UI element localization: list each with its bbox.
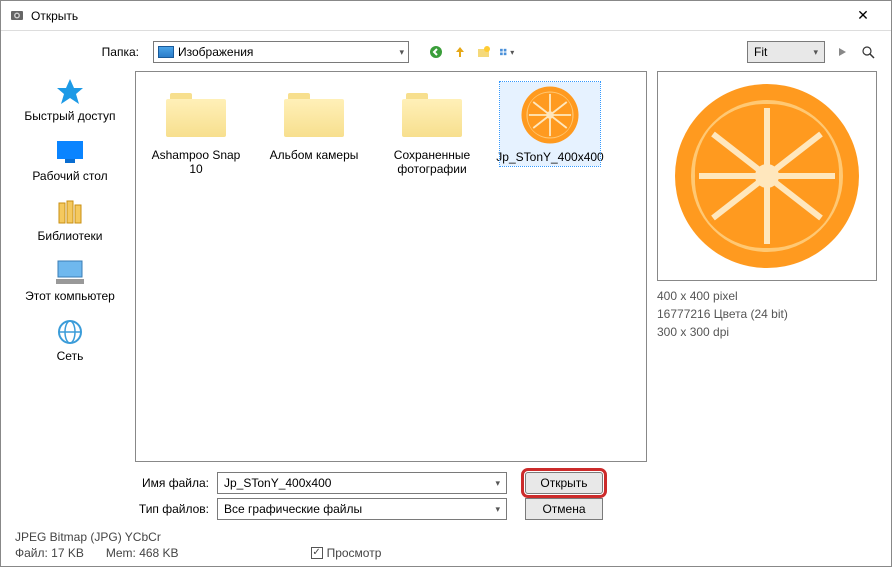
computer-icon bbox=[53, 257, 87, 287]
pictures-icon bbox=[158, 46, 174, 58]
filetype-label: Тип файлов: bbox=[125, 502, 209, 516]
folder-icon bbox=[275, 82, 353, 144]
back-icon[interactable] bbox=[427, 43, 445, 61]
close-button[interactable]: ✕ bbox=[843, 7, 883, 24]
folder-combo-value: Изображения bbox=[178, 45, 399, 59]
cancel-button[interactable]: Отмена bbox=[525, 498, 603, 520]
chevron-down-icon: ▾ bbox=[495, 478, 500, 489]
filetype-combo[interactable]: Все графические файлы ▾ bbox=[217, 498, 507, 520]
sidebar-item-label: Библиотеки bbox=[37, 229, 102, 243]
libraries-icon bbox=[53, 197, 87, 227]
sidebar-item-label: Сеть bbox=[57, 349, 84, 363]
network-icon bbox=[53, 317, 87, 347]
filename-label: Имя файла: bbox=[125, 476, 209, 490]
file-item-label: Jp_STonY_400x400 bbox=[496, 150, 603, 164]
star-icon bbox=[53, 77, 87, 107]
preview-colors: 16777216 Цвета (24 bit) bbox=[657, 305, 877, 323]
play-icon[interactable] bbox=[833, 43, 851, 61]
folder-icon bbox=[393, 82, 471, 144]
sidebar-item-desktop[interactable]: Рабочий стол bbox=[15, 137, 125, 183]
preview-panel: 400 x 400 pixel 16777216 Цвета (24 bit) … bbox=[657, 71, 877, 462]
sidebar-item-libraries[interactable]: Библиотеки bbox=[15, 197, 125, 243]
open-dialog: Открыть ✕ Папка: Изображения ▾ ▾ Fit ▾ bbox=[0, 0, 892, 567]
preview-dimensions: 400 x 400 pixel bbox=[657, 287, 877, 305]
app-icon bbox=[9, 8, 25, 24]
status-format: JPEG Bitmap (JPG) YCbCr bbox=[15, 530, 877, 544]
preview-dpi: 300 x 300 dpi bbox=[657, 323, 877, 341]
sidebar-item-network[interactable]: Сеть bbox=[15, 317, 125, 363]
sidebar-item-label: Быстрый доступ bbox=[24, 109, 115, 123]
file-item-folder[interactable]: Альбом камеры bbox=[264, 82, 364, 162]
file-item-label: Альбом камеры bbox=[270, 148, 359, 162]
top-row: Папка: Изображения ▾ ▾ Fit ▾ bbox=[15, 41, 877, 63]
view-mode-icon[interactable]: ▾ bbox=[499, 43, 517, 61]
up-icon[interactable] bbox=[451, 43, 469, 61]
main-area: Быстрый доступ Рабочий стол Библиотеки Э… bbox=[15, 71, 877, 462]
new-folder-icon[interactable] bbox=[475, 43, 493, 61]
sidebar-item-label: Рабочий стол bbox=[32, 169, 107, 183]
folder-icon bbox=[157, 82, 235, 144]
content: Папка: Изображения ▾ ▾ Fit ▾ bbox=[1, 31, 891, 566]
window-title: Открыть bbox=[31, 9, 843, 23]
statusbar: JPEG Bitmap (JPG) YCbCr Файл: 17 KB Mem:… bbox=[15, 530, 877, 560]
preview-image bbox=[657, 71, 877, 281]
zoom-icon[interactable] bbox=[859, 43, 877, 61]
preview-checkbox-label: Просмотр bbox=[327, 546, 382, 560]
file-item-image-selected[interactable]: Jp_STonY_400x400 bbox=[500, 82, 600, 166]
chevron-down-icon: ▾ bbox=[399, 47, 404, 58]
image-thumb bbox=[511, 84, 589, 146]
titlebar: Открыть ✕ bbox=[1, 1, 891, 31]
filename-combo[interactable]: Jp_STonY_400x400 ▾ bbox=[217, 472, 507, 494]
nav-toolbar: ▾ bbox=[427, 43, 517, 61]
open-button[interactable]: Открыть bbox=[525, 472, 603, 494]
preview-toolbar: Fit ▾ bbox=[747, 41, 877, 63]
status-filesize: Файл: 17 KB bbox=[15, 546, 84, 560]
preview-checkbox[interactable]: ✓ Просмотр bbox=[311, 546, 382, 560]
file-list[interactable]: Ashampoo Snap 10 Альбом камеры Сохраненн… bbox=[135, 71, 647, 462]
chevron-down-icon: ▾ bbox=[495, 504, 500, 515]
filename-value: Jp_STonY_400x400 bbox=[224, 476, 331, 490]
folder-combo[interactable]: Изображения ▾ bbox=[153, 41, 409, 63]
file-item-label: Сохраненные фотографии bbox=[382, 148, 482, 176]
preview-info: 400 x 400 pixel 16777216 Цвета (24 bit) … bbox=[657, 287, 877, 341]
fit-combo[interactable]: Fit ▾ bbox=[747, 41, 825, 63]
file-item-folder[interactable]: Ashampoo Snap 10 bbox=[146, 82, 246, 176]
bottom-panel: Имя файла: Jp_STonY_400x400 ▾ Открыть Ти… bbox=[15, 472, 877, 520]
fit-combo-value: Fit bbox=[754, 45, 767, 59]
folder-label: Папка: bbox=[15, 45, 145, 59]
places-sidebar: Быстрый доступ Рабочий стол Библиотеки Э… bbox=[15, 71, 125, 462]
filetype-value: Все графические файлы bbox=[224, 502, 362, 516]
file-item-label: Ashampoo Snap 10 bbox=[146, 148, 246, 176]
sidebar-item-label: Этот компьютер bbox=[25, 289, 115, 303]
status-memsize: Mem: 468 KB bbox=[106, 546, 179, 560]
file-item-folder[interactable]: Сохраненные фотографии bbox=[382, 82, 482, 176]
checkbox-box: ✓ bbox=[311, 547, 323, 559]
chevron-down-icon: ▾ bbox=[813, 47, 818, 58]
desktop-icon bbox=[53, 137, 87, 167]
sidebar-item-quick-access[interactable]: Быстрый доступ bbox=[15, 77, 125, 123]
sidebar-item-this-pc[interactable]: Этот компьютер bbox=[15, 257, 125, 303]
